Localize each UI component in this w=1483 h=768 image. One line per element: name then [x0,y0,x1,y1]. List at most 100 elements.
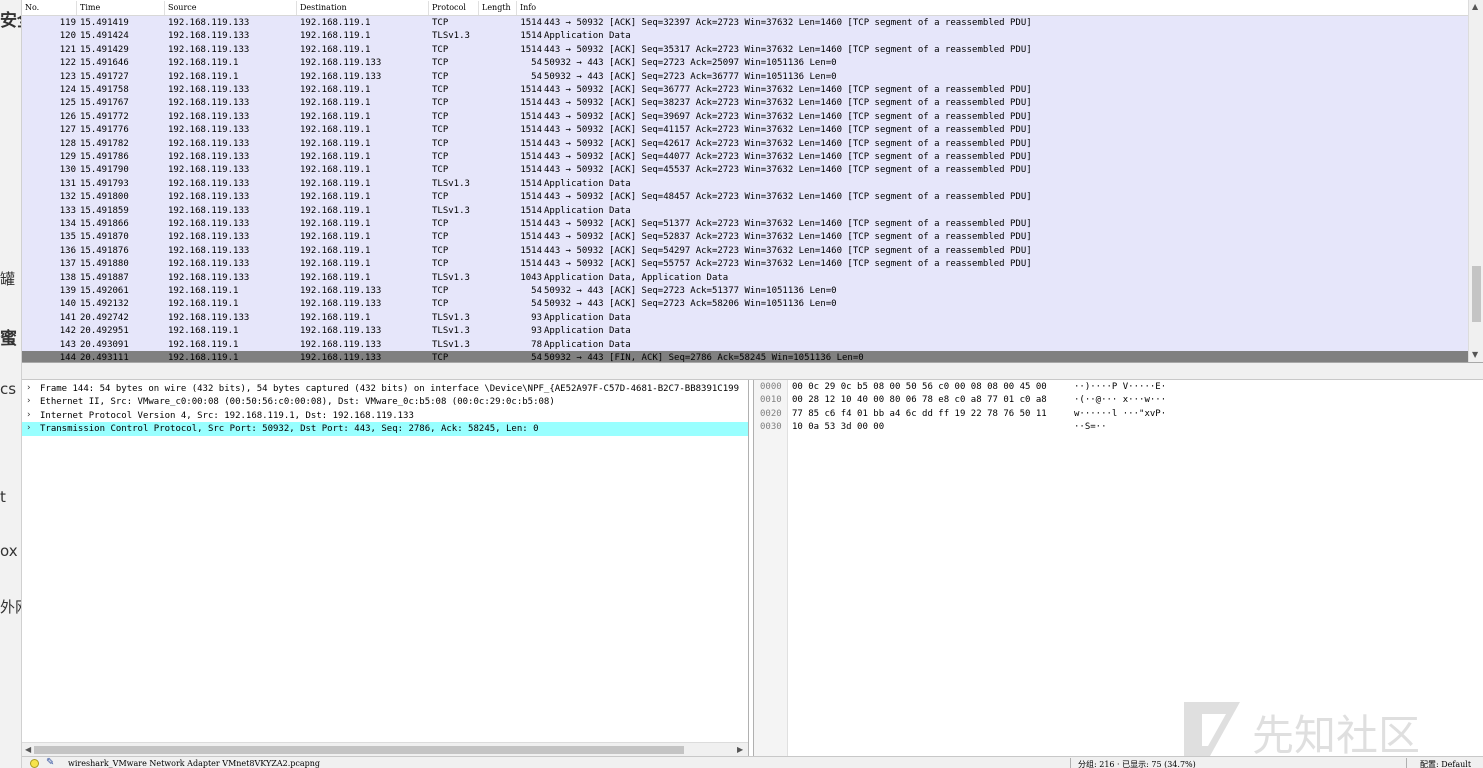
packet-row[interactable]: 121 15.491429 192.168.119.133 192.168.119.1… [22,43,1468,56]
bytes-ascii[interactable]: w······l ···"xvP· [1074,409,1166,419]
pane-splitter[interactable] [22,363,1483,380]
packet-cell-len: 78 [531,339,542,350]
scrollbar-thumb[interactable] [1472,266,1481,322]
packet-cell-proto: TCP [432,44,449,55]
details-horizontal-scrollbar[interactable]: ◀ ▶ [22,742,748,756]
packet-list-header: No. Time Source Destination Protocol Len… [22,0,1483,16]
bytes-ascii[interactable]: ··S=·· [1074,422,1107,432]
packet-cell-no: 135 [59,232,76,243]
packet-cell-time: 15.492061 [80,286,129,296]
packet-cell-src: 192.168.119.1 [168,286,239,296]
packet-row[interactable]: 134 15.491866 192.168.119.133 192.168.119.1… [22,217,1468,230]
packet-row[interactable]: 126 15.491772 192.168.119.133 192.168.119.1… [22,110,1468,123]
packet-cell-len: 1514 [520,125,542,136]
packet-counts: 分组: 216 · 已显示: 75 (34.7%) [1078,760,1196,768]
column-header-time[interactable]: Time [80,3,100,12]
column-header-info[interactable]: Info [520,3,536,12]
packet-row[interactable]: 125 15.491767 192.168.119.133 192.168.119.1… [22,96,1468,109]
details-tree-item[interactable]: › Transmission Control Protocol, Src Port… [22,422,748,436]
packet-list-vertical-scrollbar[interactable]: ▲ ▼ [1468,0,1483,362]
edit-comment-icon[interactable]: ✎ [46,757,54,768]
column-header-length[interactable]: Length [482,3,511,12]
packet-cell-src: 192.168.119.1 [168,71,239,82]
packet-list[interactable]: No. Time Source Destination Protocol Len… [22,0,1483,363]
packet-cell-info: 50932 → 443 [FIN, ACK] Seq=2786 Ack=5824… [544,353,864,363]
bytes-hex[interactable]: 10 0a 53 3d 00 00 [792,422,884,432]
packet-cell-src: 192.168.119.1 [168,58,239,69]
packet-row[interactable]: 122 15.491646 192.168.119.1 192.168.119.133… [22,56,1468,69]
packet-cell-src: 192.168.119.133 [168,138,250,149]
packet-row[interactable]: 143 20.493091 192.168.119.1 192.168.119.133… [22,338,1468,351]
packet-cell-no: 123 [59,71,76,82]
packet-cell-dst: 192.168.119.1 [300,85,371,95]
column-header-source[interactable]: Source [168,3,197,12]
bytes-ascii[interactable]: ·(··@··· x···w··· [1074,395,1166,405]
bytes-hex[interactable]: 00 0c 29 0c b5 08 00 50 56 c0 00 08 08 0… [792,382,1047,392]
caret-right-icon[interactable]: › [27,410,31,420]
profile-selector[interactable]: 配置: Default [1420,759,1471,768]
packet-row[interactable]: 119 15.491419 192.168.119.133 192.168.119.1… [22,16,1468,29]
packet-cell-info: 50932 → 443 [ACK] Seq=2723 Ack=36777 Win… [544,71,837,82]
details-tree-item[interactable]: › Frame 144: 54 bytes on wire (432 bits),… [22,382,748,395]
packet-cell-no: 122 [59,58,76,69]
scroll-up-icon[interactable]: ▲ [1472,2,1478,11]
packet-cell-time: 15.491880 [80,259,129,270]
caret-right-icon[interactable]: › [27,396,31,406]
caret-right-icon[interactable]: › [27,383,31,393]
packet-cell-src: 192.168.119.133 [168,125,250,136]
packet-cell-no: 132 [59,192,76,203]
packet-row[interactable]: 120 15.491424 192.168.119.133 192.168.119.1… [22,29,1468,42]
packet-row[interactable]: 142 20.492951 192.168.119.1 192.168.119.133… [22,324,1468,337]
packet-cell-dst: 192.168.119.1 [300,18,371,28]
column-header-no[interactable]: No. [25,3,39,12]
scroll-down-icon[interactable]: ▼ [1472,350,1478,359]
packet-cell-src: 192.168.119.133 [168,178,250,189]
scroll-right-icon[interactable]: ▶ [737,745,743,754]
packet-row[interactable]: 133 15.491859 192.168.119.133 192.168.119.1… [22,204,1468,217]
packet-row[interactable]: 127 15.491776 192.168.119.133 192.168.119.1… [22,123,1468,136]
packet-details-pane[interactable]: › Frame 144: 54 bytes on wire (432 bits),… [22,380,749,756]
packet-cell-proto: TCP [432,286,449,296]
packet-row[interactable]: 135 15.491870 192.168.119.133 192.168.119.1… [22,230,1468,243]
packet-cell-proto: TCP [432,192,449,203]
packet-cell-proto: TCP [432,111,449,122]
bytes-hex[interactable]: 00 28 12 10 40 00 80 06 78 e8 c0 a8 77 0… [792,395,1047,405]
packet-row[interactable]: 124 15.491758 192.168.119.133 192.168.119.1… [22,83,1468,96]
column-header-destination[interactable]: Destination [300,3,347,12]
column-header-protocol[interactable]: Protocol [432,3,466,12]
packet-cell-src: 192.168.119.133 [168,44,250,55]
packet-row-selected[interactable]: 144 20.493111 192.168.119.1 192.168.119.133… [22,351,1468,363]
details-tree-item[interactable]: › Ethernet II, Src: VMware_c0:00:08 (00:5… [22,395,748,408]
packet-row[interactable]: 123 15.491727 192.168.119.1 192.168.119.133… [22,70,1468,83]
packet-cell-info: 443 → 50932 [ACK] Seq=36777 Ack=2723 Win… [544,85,1032,95]
packet-row[interactable]: 137 15.491880 192.168.119.133 192.168.119.1… [22,257,1468,270]
bytes-ascii[interactable]: ··)····P V·····E· [1074,382,1166,392]
bytes-hex[interactable]: 77 85 c6 f4 01 bb a4 6c dd ff 19 22 78 7… [792,409,1047,419]
packet-row[interactable]: 132 15.491800 192.168.119.133 192.168.119.1… [22,190,1468,203]
packet-row[interactable]: 128 15.491782 192.168.119.133 192.168.119.1… [22,137,1468,150]
packet-row[interactable]: 131 15.491793 192.168.119.133 192.168.119.1… [22,177,1468,190]
packet-row[interactable]: 138 15.491887 192.168.119.133 192.168.119.1… [22,271,1468,284]
packet-row[interactable]: 130 15.491790 192.168.119.133 192.168.119.1… [22,163,1468,176]
packet-row[interactable]: 139 15.492061 192.168.119.1 192.168.119.133… [22,284,1468,297]
packet-cell-src: 192.168.119.133 [168,85,250,95]
packet-cell-proto: TLSv1.3 [432,312,470,323]
packet-cell-time: 15.491424 [80,31,129,42]
packet-row[interactable]: 141 20.492742 192.168.119.133 192.168.119.1… [22,311,1468,324]
details-tree-item[interactable]: › Internet Protocol Version 4, Src: 192.1… [22,409,748,422]
caret-right-icon[interactable]: › [27,423,31,433]
packet-cell-len: 54 [531,71,542,82]
packet-cell-proto: TCP [432,232,449,243]
scroll-left-icon[interactable]: ◀ [25,745,31,754]
expert-led-icon[interactable] [30,759,39,768]
packet-cell-len: 54 [531,58,542,69]
scrollbar-thumb[interactable] [34,746,684,754]
packet-row[interactable]: 140 15.492132 192.168.119.1 192.168.119.133… [22,297,1468,310]
packet-cell-info: 443 → 50932 [ACK] Seq=41157 Ack=2723 Win… [544,125,1032,136]
packet-row[interactable]: 129 15.491786 192.168.119.133 192.168.119.1… [22,150,1468,163]
packet-cell-src: 192.168.119.133 [168,31,250,42]
packet-cell-src: 192.168.119.133 [168,165,250,176]
packet-row[interactable]: 136 15.491876 192.168.119.133 192.168.119.1… [22,244,1468,257]
packet-cell-info: Application Data [544,178,631,189]
packet-cell-len: 1514 [520,205,542,216]
